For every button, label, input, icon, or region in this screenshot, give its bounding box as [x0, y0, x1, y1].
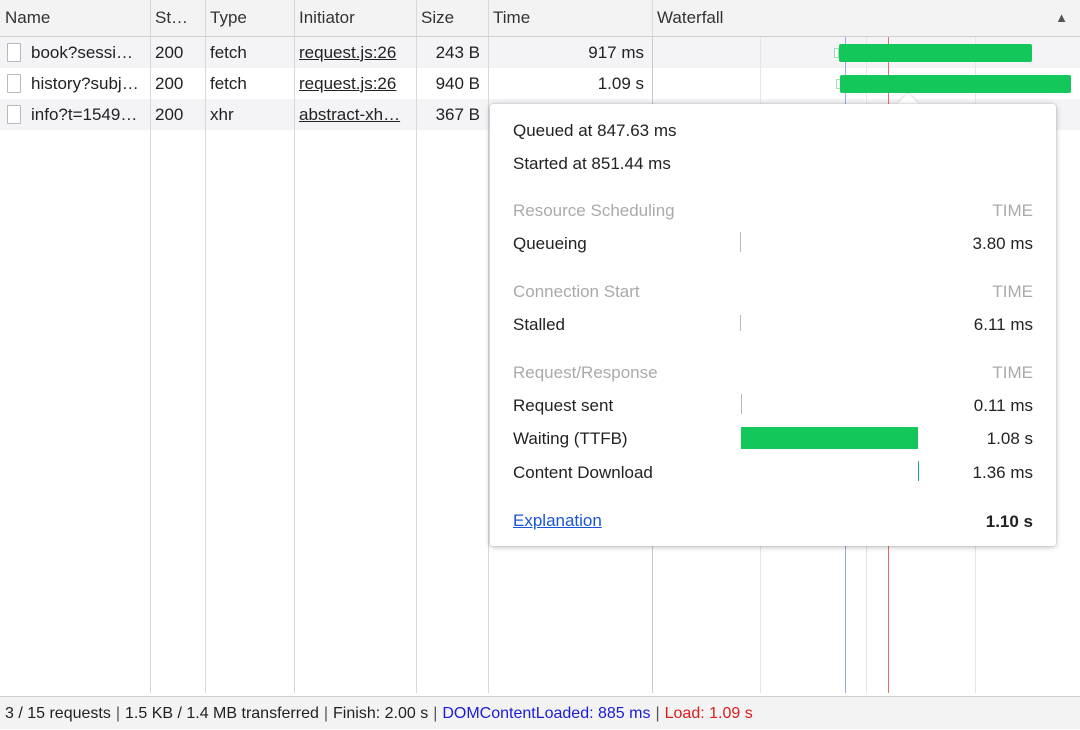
timing-bar-content-download — [918, 461, 919, 481]
request-name: info?t=1549… — [31, 105, 138, 124]
document-icon — [7, 43, 21, 62]
timing-bar-waiting-ttfb — [741, 427, 918, 449]
column-header-waterfall[interactable]: Waterfall ▲ — [652, 0, 1080, 36]
waterfall-bar[interactable] — [839, 44, 1032, 62]
request-size: 243 B — [435, 43, 480, 62]
request-status: 200 — [155, 105, 184, 124]
request-name: book?sessi… — [31, 43, 134, 62]
timing-value-request-sent: 0.11 ms — [973, 396, 1033, 415]
timing-label-waiting-ttfb: Waiting (TTFB) — [513, 429, 628, 448]
queued-at-text: Queued at 847.63 ms — [513, 121, 677, 140]
column-header-status[interactable]: St… — [150, 0, 205, 36]
column-divider — [294, 37, 295, 693]
sort-ascending-icon[interactable]: ▲ — [1055, 0, 1068, 35]
column-divider — [205, 37, 206, 693]
column-header-type[interactable]: Type — [205, 0, 294, 36]
waterfall-header-label: Waterfall — [657, 8, 724, 27]
column-divider — [150, 37, 151, 693]
time-column-header: TIME — [992, 282, 1033, 301]
column-divider[interactable] — [205, 0, 206, 36]
transferred-size: 1.5 KB / 1.4 MB transferred — [125, 705, 319, 722]
timing-value-waiting-ttfb: 1.08 s — [986, 429, 1033, 448]
status-separator: | — [433, 705, 438, 722]
timing-total: 1.10 s — [985, 512, 1033, 531]
request-name: history?subj… — [31, 74, 139, 93]
request-size: 940 B — [435, 74, 480, 93]
status-separator: | — [115, 705, 120, 722]
dom-content-loaded-time: DOMContentLoaded: 885 ms — [442, 705, 651, 722]
request-count: 3 / 15 requests — [5, 705, 111, 722]
request-time: 1.09 s — [597, 74, 644, 93]
section-title-connection-start: Connection Start — [513, 282, 640, 301]
request-initiator-link[interactable]: abstract-xh… — [294, 99, 416, 130]
timing-value-queueing: 3.80 ms — [972, 234, 1033, 253]
timing-tooltip: Queued at 847.63 ms Started at 851.44 ms… — [490, 104, 1056, 546]
request-initiator-link[interactable]: request.js:26 — [294, 37, 416, 68]
column-divider — [488, 37, 489, 693]
request-time: 917 ms — [588, 43, 644, 62]
finish-time: Finish: 2.00 s — [333, 705, 429, 722]
started-at-text: Started at 851.44 ms — [513, 154, 671, 173]
column-header-initiator[interactable]: Initiator — [294, 0, 416, 36]
document-icon — [7, 105, 21, 124]
column-divider[interactable] — [150, 0, 151, 36]
request-type: fetch — [210, 74, 247, 93]
initiator-text[interactable]: request.js:26 — [299, 43, 396, 62]
waterfall-bar[interactable] — [840, 75, 1071, 93]
request-initiator-link[interactable]: request.js:26 — [294, 68, 416, 99]
network-status-bar: 3 / 15 requests | 1.5 KB / 1.4 MB transfer… — [0, 696, 1080, 729]
request-type: xhr — [210, 105, 234, 124]
column-divider[interactable] — [416, 0, 417, 36]
column-divider[interactable] — [652, 0, 653, 36]
timing-label-stalled: Stalled — [513, 315, 565, 334]
initiator-text[interactable]: request.js:26 — [299, 74, 396, 93]
timing-bar-queueing — [740, 232, 741, 252]
section-title-resource-scheduling: Resource Scheduling — [513, 201, 675, 220]
column-divider[interactable] — [294, 0, 295, 36]
timing-label-queueing: Queueing — [513, 234, 587, 253]
column-header-name[interactable]: Name — [0, 0, 150, 36]
timing-bar-request-sent — [741, 394, 742, 414]
request-status: 200 — [155, 43, 184, 62]
request-status: 200 — [155, 74, 184, 93]
request-size: 367 B — [435, 105, 480, 124]
request-type: fetch — [210, 43, 247, 62]
status-separator: | — [655, 705, 660, 722]
timing-label-content-download: Content Download — [513, 463, 653, 482]
column-divider[interactable] — [488, 0, 489, 36]
time-column-header: TIME — [992, 363, 1033, 382]
section-title-request-response: Request/Response — [513, 363, 658, 382]
timing-label-request-sent: Request sent — [513, 396, 614, 415]
status-separator: | — [323, 705, 329, 722]
column-header-time[interactable]: Time — [488, 0, 652, 36]
column-divider — [416, 37, 417, 693]
time-column-header: TIME — [992, 201, 1033, 220]
network-table-header: Name St… Type Initiator Size Time Waterf… — [0, 0, 1080, 37]
explanation-link[interactable]: Explanation — [513, 511, 602, 531]
timing-value-content-download: 1.36 ms — [972, 463, 1033, 482]
document-icon — [7, 74, 21, 93]
column-header-size[interactable]: Size — [416, 0, 488, 36]
timing-value-stalled: 6.11 ms — [973, 315, 1033, 334]
timing-bar-stalled — [740, 315, 741, 331]
load-time: Load: 1.09 s — [664, 705, 753, 722]
initiator-text[interactable]: abstract-xh… — [299, 105, 400, 124]
